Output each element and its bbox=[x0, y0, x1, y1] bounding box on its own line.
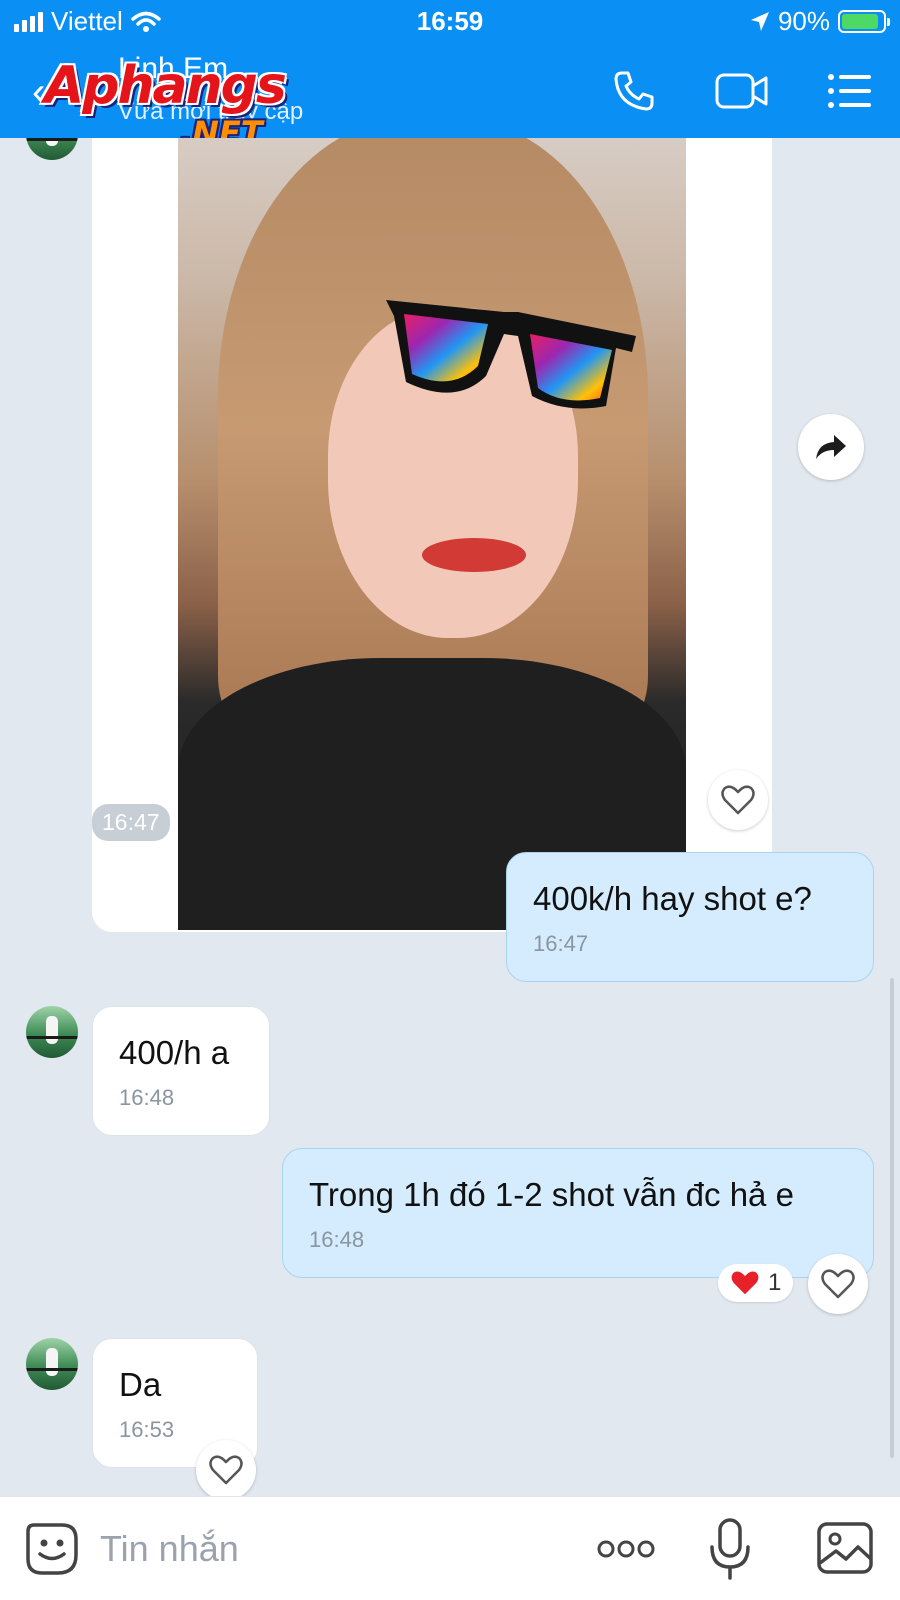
forward-button[interactable] bbox=[798, 414, 864, 480]
message-text: Da bbox=[119, 1366, 162, 1403]
image-timestamp: 16:47 bbox=[92, 804, 170, 841]
reaction-count: 1 bbox=[768, 1269, 782, 1296]
reaction-badge[interactable]: 1 bbox=[718, 1264, 794, 1302]
phone-icon bbox=[614, 71, 654, 111]
battery-percent: 90% bbox=[777, 6, 830, 36]
message-time: 16:48 bbox=[309, 1227, 365, 1252]
shared-photo[interactable] bbox=[178, 138, 686, 930]
heart-outline-icon bbox=[721, 785, 755, 815]
photo-lips-shape bbox=[422, 538, 526, 572]
red-heart-icon bbox=[731, 1271, 759, 1295]
like-button[interactable] bbox=[808, 1254, 868, 1314]
like-button[interactable] bbox=[196, 1440, 256, 1496]
battery-icon bbox=[838, 10, 890, 33]
message-input[interactable] bbox=[100, 1519, 560, 1579]
status-right: 90% bbox=[750, 6, 890, 37]
video-call-button[interactable] bbox=[714, 66, 770, 116]
location-arrow-icon bbox=[750, 11, 769, 31]
incoming-message[interactable]: 400/h a 16:48 bbox=[92, 1006, 270, 1136]
message-time: 16:53 bbox=[119, 1417, 175, 1442]
contact-avatar[interactable] bbox=[26, 1006, 78, 1058]
chat-header: Viettel 16:59 90% ‹ Linh Em Vừa mới truy… bbox=[0, 0, 900, 152]
heart-outline-icon bbox=[821, 1269, 855, 1299]
message-text: Trong 1h đó 1-2 shot vẫn đc hả e bbox=[309, 1176, 794, 1213]
more-options-icon[interactable] bbox=[596, 1531, 656, 1567]
heart-outline-icon bbox=[209, 1455, 243, 1485]
sticker-icon[interactable] bbox=[24, 1521, 80, 1577]
message-list[interactable]: 16:47 400k/h hay shot e? 16:47 400/h a 1… bbox=[0, 138, 900, 1496]
video-camera-icon bbox=[715, 73, 768, 109]
image-message[interactable] bbox=[92, 138, 772, 932]
voice-call-button[interactable] bbox=[606, 66, 662, 116]
contact-avatar[interactable] bbox=[26, 1338, 78, 1390]
watermark-main-text: Aphangs bbox=[44, 56, 287, 116]
composer-bar bbox=[0, 1496, 900, 1600]
outgoing-message[interactable]: Trong 1h đó 1-2 shot vẫn đc hả e 16:48 bbox=[282, 1148, 874, 1278]
gallery-icon[interactable] bbox=[816, 1519, 874, 1577]
battery-level-fill bbox=[842, 14, 878, 29]
scrollbar[interactable] bbox=[890, 978, 894, 1458]
options-menu-button[interactable] bbox=[822, 66, 878, 116]
sunglasses-sticker bbox=[386, 300, 636, 409]
contact-avatar[interactable] bbox=[26, 138, 78, 160]
outgoing-message[interactable]: 400k/h hay shot e? 16:47 bbox=[506, 852, 874, 982]
message-text: 400/h a bbox=[119, 1034, 230, 1071]
like-button[interactable] bbox=[708, 770, 768, 830]
message-text: 400k/h hay shot e? bbox=[533, 880, 812, 917]
share-arrow-icon bbox=[816, 435, 846, 459]
message-time: 16:48 bbox=[119, 1085, 175, 1110]
microphone-icon[interactable] bbox=[708, 1517, 752, 1581]
message-time: 16:47 bbox=[533, 931, 589, 956]
list-menu-icon bbox=[828, 74, 871, 108]
